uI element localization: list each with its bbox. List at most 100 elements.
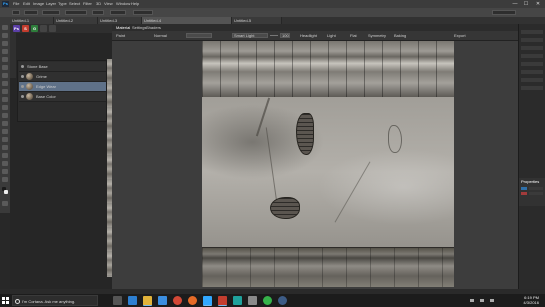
photoshop-icon[interactable]: [203, 296, 212, 306]
property-field[interactable]: [521, 62, 543, 66]
workspace-switcher[interactable]: [492, 10, 516, 15]
task-view-icon[interactable]: [113, 296, 122, 305]
spotify-icon[interactable]: [263, 296, 272, 305]
property-field[interactable]: [521, 86, 543, 90]
menu-file[interactable]: File: [13, 2, 19, 6]
pen-tool-icon[interactable]: [2, 137, 8, 142]
substance-app-button[interactable]: S: [22, 25, 29, 32]
shape-tool-icon[interactable]: [2, 161, 8, 166]
system-clock[interactable]: 6:19 PM 4/3/2016: [523, 296, 539, 305]
tool-preset-picker[interactable]: [12, 10, 20, 15]
type-tool-icon[interactable]: [2, 145, 8, 150]
eye-icon[interactable]: [21, 75, 24, 78]
minimize-button[interactable]: —: [511, 1, 519, 7]
property-field[interactable]: [521, 54, 543, 58]
option-field[interactable]: [24, 10, 38, 15]
property-field[interactable]: [521, 70, 543, 74]
eye-icon[interactable]: [21, 95, 24, 98]
hand-tool-icon[interactable]: [2, 169, 8, 174]
property-field[interactable]: [521, 38, 543, 42]
file-explorer-icon[interactable]: [143, 296, 152, 306]
property-field[interactable]: [529, 187, 543, 190]
path-select-tool-icon[interactable]: [2, 153, 8, 158]
light-toggle[interactable]: Light: [327, 33, 336, 38]
eye-icon[interactable]: [21, 85, 24, 88]
property-field[interactable]: [529, 192, 543, 195]
quick-select-tool-icon[interactable]: [2, 49, 8, 54]
view-tab-settings[interactable]: Settings: [132, 25, 146, 30]
symmetry-toggle[interactable]: Symmetry: [368, 33, 386, 38]
shader-dropdown[interactable]: [186, 33, 212, 38]
close-button[interactable]: ✕: [534, 1, 542, 7]
layer-panel-icon[interactable]: [40, 25, 47, 32]
menu-edit[interactable]: Edit: [23, 2, 30, 6]
lasso-tool-icon[interactable]: [2, 41, 8, 46]
menu-view[interactable]: View: [104, 2, 113, 6]
volume-icon[interactable]: [480, 299, 484, 302]
option-field[interactable]: [65, 10, 87, 15]
maya-icon[interactable]: [233, 296, 242, 305]
option-field[interactable]: [42, 10, 60, 15]
document-tab[interactable]: Untitled-5: [232, 17, 282, 24]
menu-layer[interactable]: Layer: [46, 2, 56, 6]
blur-tool-icon[interactable]: [2, 121, 8, 126]
export-button[interactable]: Export: [454, 33, 466, 38]
property-swatch[interactable]: [521, 192, 527, 195]
menu-select[interactable]: Select: [69, 2, 80, 6]
windows-start-icon[interactable]: [2, 297, 9, 304]
view-tab-material[interactable]: Material: [116, 25, 130, 30]
property-field[interactable]: [521, 30, 543, 34]
mode-label[interactable]: Normal: [154, 33, 167, 38]
menu-filter[interactable]: Filter: [83, 2, 92, 6]
menu-3d[interactable]: 3D: [96, 2, 101, 6]
crop-tool-icon[interactable]: [2, 57, 8, 62]
background-color-swatch[interactable]: [4, 190, 8, 194]
healing-brush-tool-icon[interactable]: [2, 73, 8, 78]
chrome-icon[interactable]: [173, 296, 182, 305]
store-icon[interactable]: [158, 296, 167, 305]
dodge-tool-icon[interactable]: [2, 129, 8, 134]
menu-window[interactable]: Window: [116, 2, 130, 6]
property-field[interactable]: [521, 46, 543, 50]
document-tab[interactable]: Untitled-1: [10, 17, 54, 24]
headlight-toggle[interactable]: Headlight: [300, 33, 317, 38]
substance-app-button[interactable]: Ps: [13, 25, 20, 32]
maximize-button[interactable]: ☐: [522, 1, 530, 7]
preset-label[interactable]: Paint: [116, 33, 125, 38]
option-field[interactable]: [92, 10, 104, 15]
document-tab-active[interactable]: Untitled-4: [142, 17, 232, 24]
brush-tool-icon[interactable]: [2, 81, 8, 86]
layer-row[interactable]: Base Color: [19, 92, 106, 102]
environment-field[interactable]: Smart Light: [232, 33, 268, 38]
document-tab[interactable]: Untitled-3: [98, 17, 142, 24]
stone-wall-texture[interactable]: [202, 41, 454, 287]
steam-icon[interactable]: [278, 296, 287, 305]
clone-stamp-tool-icon[interactable]: [2, 89, 8, 94]
move-tool-icon[interactable]: [2, 25, 8, 30]
menu-image[interactable]: Image: [33, 2, 44, 6]
eye-icon[interactable]: [21, 65, 24, 68]
edge-icon[interactable]: [128, 296, 137, 305]
notification-icon[interactable]: [490, 299, 494, 302]
menu-help[interactable]: Help: [131, 2, 139, 6]
cortana-search-box[interactable]: I'm Cortana. Ask me anything.: [12, 295, 98, 306]
substance-icon[interactable]: [218, 296, 227, 306]
texture-set-icon[interactable]: [49, 25, 56, 32]
baking-button[interactable]: Baking: [394, 33, 406, 38]
intensity-slider[interactable]: [270, 35, 278, 36]
network-icon[interactable]: [470, 299, 474, 302]
flat-toggle[interactable]: Flat: [350, 33, 357, 38]
gradient-tool-icon[interactable]: [2, 113, 8, 118]
option-field[interactable]: [110, 10, 126, 15]
quick-mask-icon[interactable]: [2, 201, 8, 206]
property-swatch[interactable]: [521, 187, 527, 190]
zoom-tool-icon[interactable]: [2, 177, 8, 182]
layer-row[interactable]: Grime: [19, 72, 106, 82]
property-field[interactable]: [521, 78, 543, 82]
option-field[interactable]: [133, 10, 153, 15]
view-tab-shaders[interactable]: Shaders: [146, 25, 161, 30]
intensity-value-field[interactable]: 100: [280, 33, 290, 38]
menu-type[interactable]: Type: [58, 2, 67, 6]
eraser-tool-icon[interactable]: [2, 105, 8, 110]
history-brush-tool-icon[interactable]: [2, 97, 8, 102]
